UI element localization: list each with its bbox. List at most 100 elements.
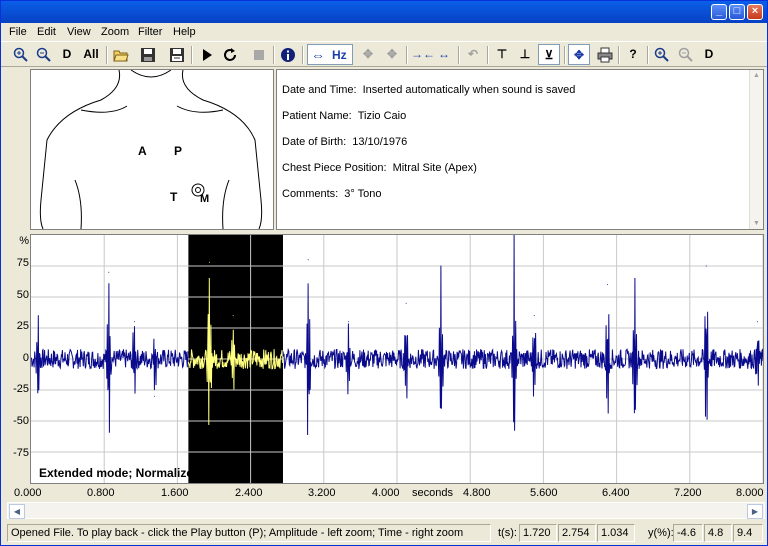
zoom-in-icon <box>13 47 28 62</box>
scroll-left-button[interactable]: ◀ <box>9 504 25 519</box>
menu-zoom[interactable]: Zoom <box>101 26 129 38</box>
site-pulmonary-label[interactable]: P <box>174 144 182 158</box>
waveform-peak-point <box>533 315 535 317</box>
site-aortic-label[interactable]: A <box>138 144 147 158</box>
menu-edit[interactable]: Edit <box>37 26 56 38</box>
filter-bell-button[interactable]: ⊤ <box>492 44 512 65</box>
scroll-up-icon[interactable]: ▲ <box>753 72 760 79</box>
site-tricuspid-label[interactable]: T <box>170 190 177 204</box>
arrows-outward-icon: ↔ <box>438 47 450 61</box>
filter-diaphragm-button[interactable]: ⊥ <box>515 44 535 65</box>
title-bar[interactable]: _ □ × <box>1 1 767 23</box>
frequency-mode-button[interactable]: ⇔ Hz <box>307 44 353 65</box>
toolbar-separator <box>618 46 620 64</box>
bell-chestpiece-icon: ⊤ <box>496 47 508 61</box>
zoom-time-in-button[interactable]: →← <box>411 44 435 65</box>
maximize-icon: □ <box>733 5 741 17</box>
waveform-peak-point <box>513 239 515 241</box>
waveform-plot[interactable]: Extended mode; Normalized <box>30 234 764 484</box>
chest-piece-value[interactable]: Mitral Site (Apex) <box>393 162 477 174</box>
waveform-peak-point <box>108 271 110 273</box>
x-tick-label: 7.200 <box>674 487 702 499</box>
toolbar-separator <box>487 46 489 64</box>
close-button[interactable]: × <box>747 4 763 20</box>
folder-open-icon <box>113 50 129 62</box>
waveform-peak-point <box>133 321 135 323</box>
date-time-value[interactable]: Inserted automatically when sound is sav… <box>363 84 576 96</box>
save-button[interactable] <box>138 44 158 65</box>
zoom-out-amplitude-button[interactable] <box>34 44 54 65</box>
time-horizontal-scrollbar[interactable]: ◀ ▶ <box>7 502 765 519</box>
y-tick-label: 50 <box>16 289 29 301</box>
amplitude-readout-label: y(%): <box>648 527 674 539</box>
info-button[interactable] <box>278 44 298 65</box>
x-tick-label: 3.200 <box>308 487 336 499</box>
filter-extended-button[interactable]: ⊻ <box>538 44 560 65</box>
toolbar: D All ⇔ Hz ✥ ✥ →← ↔ ↶ ⊤ ⊥ ⊻ ✥ ? D <box>1 41 767 67</box>
y-axis-unit: % <box>19 235 29 247</box>
menu-view[interactable]: View <box>67 26 91 38</box>
dob-value[interactable]: 13/10/1976 <box>352 136 407 148</box>
help-button[interactable]: ? <box>623 44 643 65</box>
play-icon <box>203 49 212 61</box>
maximize-button[interactable]: □ <box>729 4 745 20</box>
zoom-in-time-button[interactable] <box>652 44 672 65</box>
x-tick-label: 0.800 <box>87 487 115 499</box>
amplitude-max-readout: 4.8 <box>704 524 732 542</box>
status-bar: Opened File. To play back - click the Pl… <box>1 522 767 545</box>
move-right-button[interactable]: ✥ <box>382 44 402 65</box>
menu-file[interactable]: File <box>9 26 27 38</box>
loop-play-button[interactable] <box>220 44 240 65</box>
y-tick-label: -75 <box>13 447 29 459</box>
x-tick-label: 4.800 <box>463 487 491 499</box>
save-as-icon <box>170 48 184 62</box>
menu-help[interactable]: Help <box>173 26 196 38</box>
waveform-peak-point <box>154 395 156 397</box>
question-mark-icon: ? <box>629 47 637 61</box>
arrow-right-icon: ▶ <box>751 507 759 516</box>
torso-outline-icon <box>39 70 263 229</box>
info-icon <box>281 48 295 62</box>
time-end-readout: 2.754 <box>558 524 596 542</box>
minimize-icon: _ <box>715 5 723 17</box>
x-tick-label: 5.600 <box>530 487 558 499</box>
dob-row: Date of Birth: 13/10/1976 <box>282 136 407 148</box>
comments-value[interactable]: 3° Tono <box>344 188 381 200</box>
refresh-icon <box>224 48 236 61</box>
zoom-time-out-button[interactable]: ↔ <box>434 44 454 65</box>
default-amplitude-button[interactable]: D <box>58 44 76 65</box>
undo-icon: ↶ <box>467 47 479 61</box>
extended-chestpiece-icon: ⊻ <box>544 48 554 62</box>
zoom-out-time-button[interactable] <box>676 44 696 65</box>
info-vertical-scrollbar[interactable]: ▲ ▼ <box>749 70 763 229</box>
y-tick-label: 0 <box>22 352 29 364</box>
stop-button[interactable] <box>249 44 269 65</box>
menu-filter[interactable]: Filter <box>138 26 162 38</box>
waveform-canvas[interactable] <box>31 235 763 483</box>
zoom-in-amplitude-button[interactable] <box>11 44 31 65</box>
normalize-button[interactable]: ✥ <box>568 44 590 65</box>
default-time-button[interactable]: D <box>700 44 718 65</box>
open-file-button[interactable] <box>111 44 131 65</box>
app-window: _ □ × File Edit View Zoom Filter Help D … <box>0 0 768 546</box>
minimize-button[interactable]: _ <box>711 4 727 20</box>
show-all-button[interactable]: All <box>79 44 103 65</box>
patient-name-value[interactable]: Tizio Caio <box>358 110 407 122</box>
mode-status-label: Extended mode; Normalized <box>39 466 201 480</box>
save-as-button[interactable] <box>167 44 187 65</box>
comments-label: Comments: <box>282 188 339 200</box>
play-button[interactable] <box>197 44 217 65</box>
print-button[interactable] <box>595 44 615 65</box>
y-tick-label: -25 <box>13 383 29 395</box>
undo-button[interactable]: ↶ <box>463 44 483 65</box>
waveform-peak-point <box>757 321 759 323</box>
toolbar-separator <box>564 46 566 64</box>
scroll-right-button[interactable]: ▶ <box>747 504 763 519</box>
site-mitral-label[interactable]: M <box>200 193 209 205</box>
waveform-peak-point <box>405 302 407 304</box>
move-left-button[interactable]: ✥ <box>358 44 378 65</box>
waveform-peak-point <box>348 321 350 323</box>
zoom-in-icon <box>654 47 669 62</box>
scroll-down-icon[interactable]: ▼ <box>753 220 760 227</box>
time-readout-label: t(s): <box>498 527 517 539</box>
